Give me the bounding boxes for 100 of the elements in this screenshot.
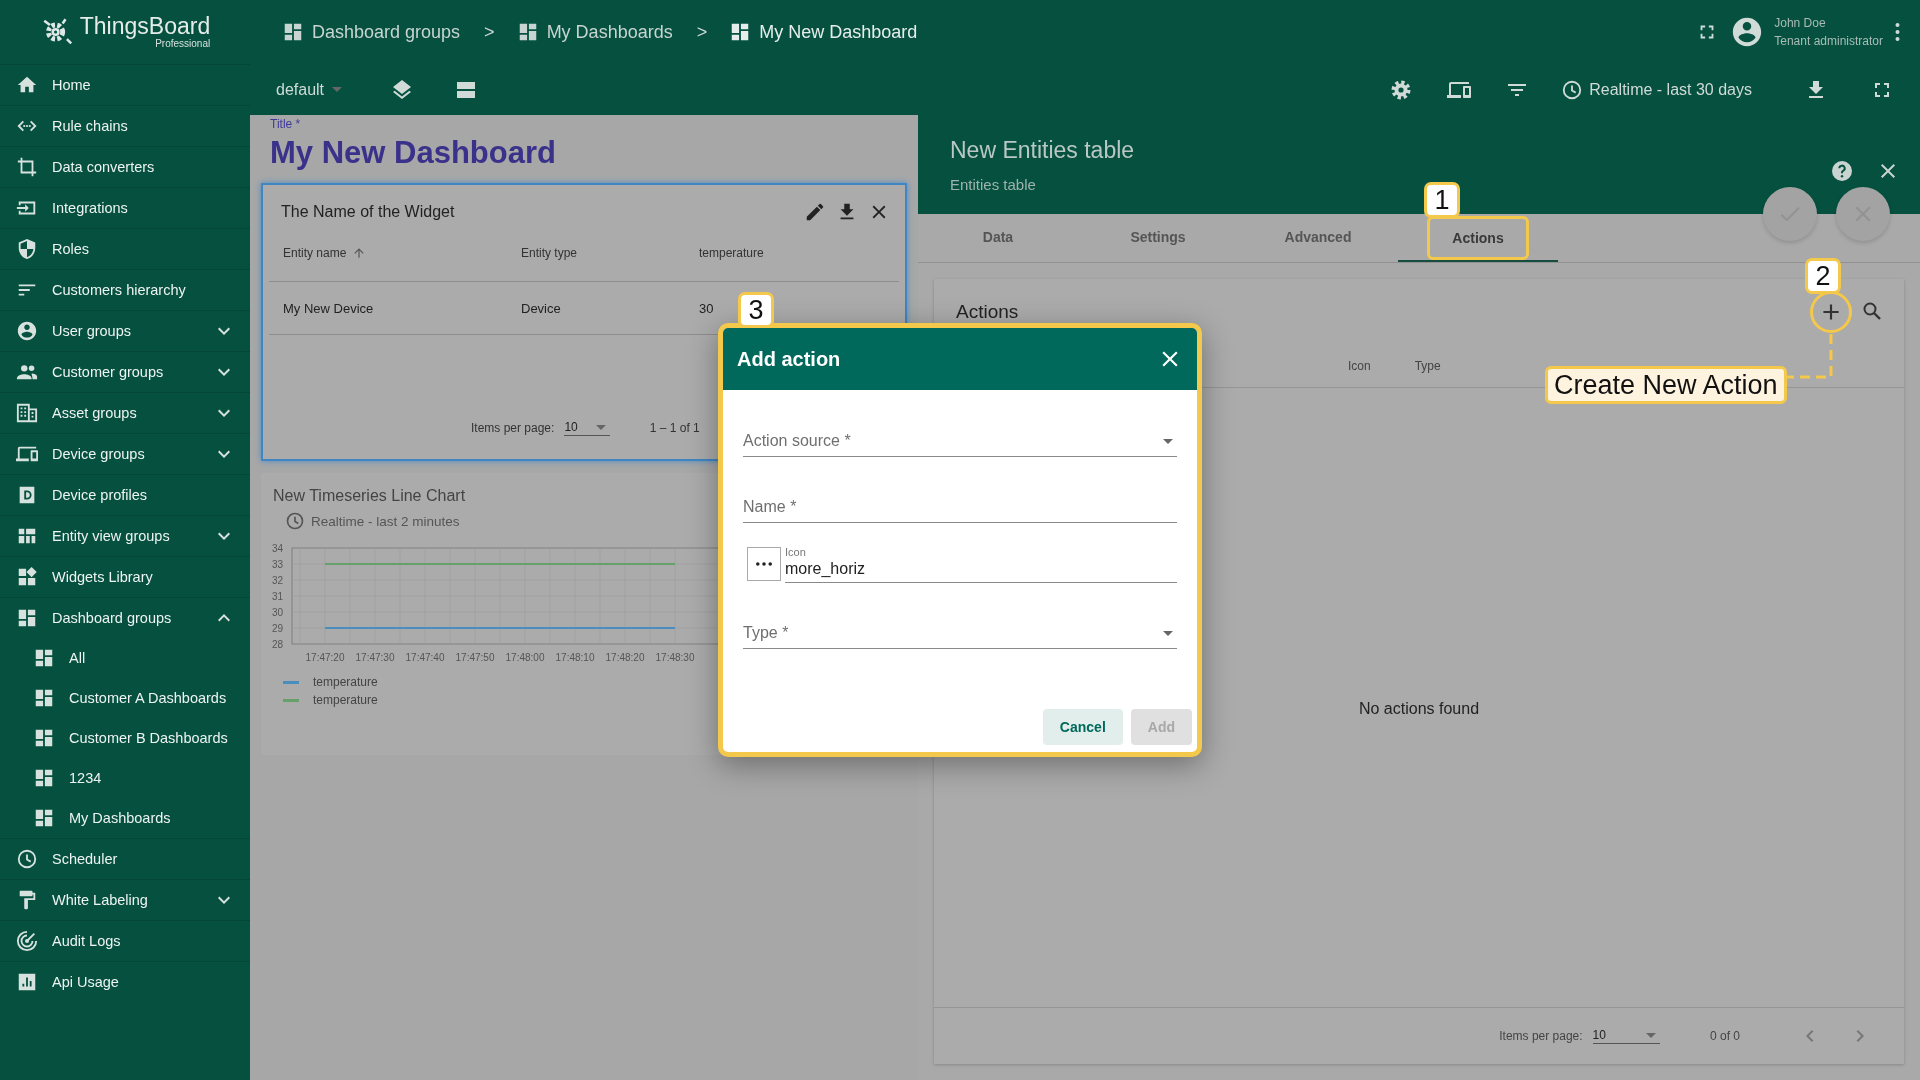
- edition-label: Professional: [155, 38, 211, 49]
- bar-chart-icon: [16, 971, 38, 993]
- dashboard-icon: [282, 21, 304, 43]
- layout-select[interactable]: default: [270, 79, 353, 100]
- page-range: 0 of 0: [1709, 1029, 1740, 1043]
- legend-label: temperature: [313, 693, 378, 707]
- items-per-page-label: Items per page:: [471, 421, 555, 435]
- table-cell: Device: [521, 300, 561, 316]
- shield-icon: [16, 238, 38, 260]
- table-cell: 30: [699, 300, 714, 316]
- dashboard-icon: [33, 647, 55, 669]
- sidebar-item[interactable]: Audit Logs: [0, 920, 250, 961]
- column-header[interactable]: temperature: [699, 246, 764, 260]
- sidebar-item[interactable]: My Dashboards: [0, 798, 250, 838]
- sidebar-item[interactable]: Api Usage: [0, 961, 250, 1002]
- sidebar-item[interactable]: Device profiles: [0, 474, 250, 515]
- axis-tick-label: 17:47:30: [355, 652, 395, 663]
- sidebar-item[interactable]: Dashboard groups: [0, 597, 250, 638]
- axis-tick-label: 17:47:50: [455, 652, 495, 663]
- sidebar-item[interactable]: White Labeling: [0, 879, 250, 920]
- sidebar-item[interactable]: All: [0, 638, 250, 678]
- dashboard-icon: [16, 607, 38, 629]
- sidebar-item[interactable]: User groups: [0, 310, 250, 351]
- clock-icon: [16, 848, 38, 870]
- user-name: John Doe: [1774, 15, 1827, 32]
- breadcrumb-separator: >: [484, 21, 495, 43]
- sidebar-item[interactable]: Widgets Library: [0, 556, 250, 597]
- account-icon: [16, 320, 38, 342]
- sidebar-item[interactable]: Asset groups: [0, 392, 250, 433]
- step-badge: 1: [1424, 182, 1460, 218]
- timewindow-button[interactable]: Realtime - last 30 days: [1555, 77, 1758, 102]
- axis-tick-label: 17:47:40: [405, 652, 445, 663]
- sidebar-item[interactable]: Entity view groups: [0, 515, 250, 556]
- field-label: Icon: [785, 546, 807, 558]
- discard-button[interactable]: [1836, 187, 1890, 241]
- clock-icon: [1561, 78, 1584, 101]
- cancel-button[interactable]: Cancel: [1042, 709, 1123, 745]
- step-badge: 3: [738, 292, 774, 328]
- caret-icon: [1163, 630, 1173, 636]
- breadcrumb[interactable]: My Dashboards: [516, 21, 673, 43]
- sidebar-item[interactable]: Customer B Dashboards: [0, 718, 250, 758]
- editor-subtitle: Entities table: [950, 176, 1037, 193]
- sidebar-item[interactable]: Device groups: [0, 433, 250, 474]
- column-header[interactable]: Entity name: [283, 246, 367, 260]
- type-select[interactable]: Type *: [743, 624, 1159, 642]
- rings-icon: [16, 930, 38, 952]
- axis-tick-label: 30: [271, 607, 283, 618]
- leader-line: [1784, 333, 1834, 381]
- dashboard-icon: [33, 767, 55, 789]
- sidebar-item[interactable]: Home: [0, 64, 250, 105]
- axis-tick-label: 32: [271, 575, 283, 586]
- axis-tick-label: 31: [271, 591, 283, 602]
- page-size-select[interactable]: 10: [564, 420, 610, 436]
- sidebar-item[interactable]: 1234: [0, 758, 250, 798]
- column-header[interactable]: Entity type: [521, 246, 578, 260]
- sidebar-item[interactable]: Customer groups: [0, 351, 250, 392]
- caret-icon: [1163, 438, 1173, 444]
- axis-tick-label: 17:47:20: [305, 652, 345, 663]
- caret-icon: [1645, 1032, 1656, 1038]
- timewindow-label: Realtime - last 2 minutes: [311, 513, 460, 529]
- sidebar-item[interactable]: Customer A Dashboards: [0, 678, 250, 718]
- legend-swatch: [283, 698, 299, 702]
- items-per-page-label: Items per page:: [1499, 1029, 1583, 1043]
- caret-icon: [332, 87, 343, 92]
- name-field[interactable]: Name *: [743, 498, 1177, 516]
- dialog-title: Add action: [737, 347, 842, 371]
- axis-tick-label: 17:48:30: [655, 652, 695, 663]
- help-icon: [1830, 159, 1854, 183]
- user-role: Tenant administrator: [1774, 33, 1883, 50]
- breadcrumb-separator: >: [696, 21, 708, 43]
- axis-tick-label: 17:48:20: [605, 652, 645, 663]
- dashboard-icon: [33, 687, 55, 709]
- axis-tick-label: 33: [271, 559, 283, 570]
- logo-text: ThingsBoard: [79, 13, 211, 39]
- crop-icon: [16, 156, 38, 178]
- breadcrumb[interactable]: Dashboard groups: [282, 21, 461, 43]
- clock-icon: [285, 511, 305, 531]
- icon-field[interactable]: more_horiz: [785, 558, 1177, 578]
- dashboard-title: My New Dashboard: [270, 135, 557, 171]
- callout-label: Create New Action: [1545, 366, 1787, 404]
- pencil-icon: [804, 201, 826, 223]
- breadcrumb[interactable]: My New Dashboard: [729, 21, 918, 43]
- page-range: 1 – 1 of 1: [649, 421, 700, 435]
- icon-picker-button[interactable]: [747, 547, 781, 581]
- editor-title: New Entities table: [950, 137, 1136, 164]
- building-icon: [16, 402, 38, 424]
- dashboard-icon: [33, 727, 55, 749]
- axis-tick-label: 29: [271, 623, 283, 634]
- page-size-select[interactable]: 10: [1592, 1028, 1660, 1044]
- step-badge: 2: [1805, 258, 1841, 294]
- dashboard-icon: [33, 807, 55, 829]
- caret-icon: [595, 424, 606, 430]
- widget-title: The Name of the Widget: [281, 203, 456, 221]
- sidebar-item[interactable]: Roles: [0, 228, 250, 269]
- panel-title: Actions: [956, 301, 1019, 323]
- axis-tick-label: 17:48:00: [505, 652, 545, 663]
- legend-label: temperature: [313, 675, 378, 689]
- widgets-icon: [16, 566, 38, 588]
- action-source-select[interactable]: Action source *: [743, 432, 1159, 450]
- widget-title: New Timeseries Line Chart: [273, 487, 466, 505]
